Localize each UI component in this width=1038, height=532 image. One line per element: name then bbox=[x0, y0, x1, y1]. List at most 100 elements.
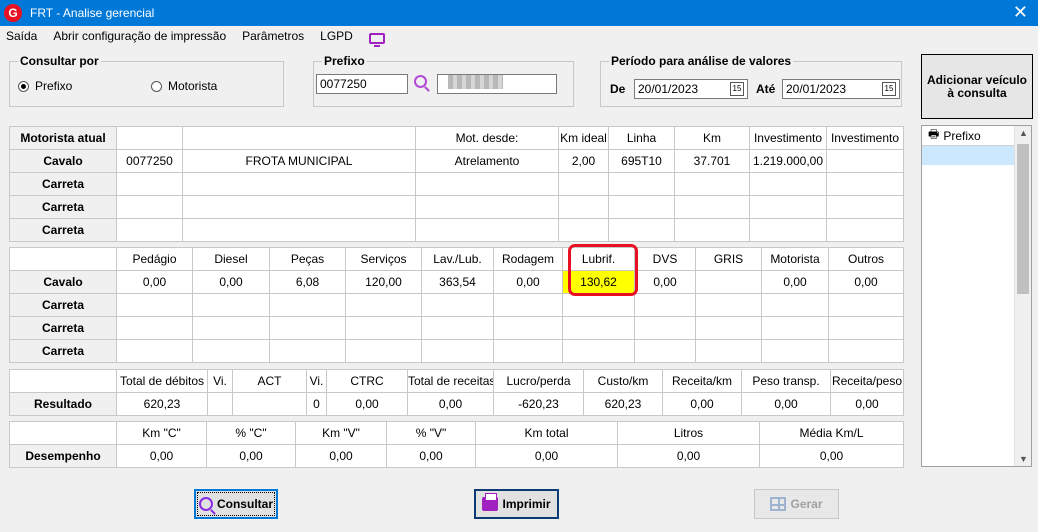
column-header bbox=[9, 247, 117, 271]
title-bar: G FRT - Analise gerencial ✕ bbox=[0, 0, 1038, 26]
scroll-up-icon[interactable]: ▲ bbox=[1019, 128, 1028, 138]
menu-lgpd[interactable]: LGPD bbox=[320, 29, 353, 43]
search-icon[interactable] bbox=[414, 75, 427, 88]
table-row: Cavalo 0077250 FROTA MUNICIPAL Atrelamento 2… bbox=[9, 149, 904, 173]
redacted-text bbox=[448, 75, 503, 89]
table-cell: 0,00 bbox=[206, 444, 296, 468]
table-cell bbox=[826, 218, 904, 242]
prefixo-input[interactable]: 0077250 bbox=[316, 74, 408, 94]
table-cell: 0,00 bbox=[386, 444, 476, 468]
table-row: Carreta bbox=[9, 195, 904, 219]
table-cell bbox=[192, 293, 270, 317]
vehicle-list[interactable]: 🖶 Prefixo ▲ ▼ bbox=[921, 125, 1032, 467]
table-cell bbox=[608, 218, 675, 242]
table-cell bbox=[116, 172, 183, 196]
table-cell bbox=[749, 195, 827, 219]
imprimir-button[interactable]: Imprimir bbox=[474, 489, 559, 519]
table-cell: 0,00 bbox=[741, 392, 831, 416]
column-header: ACT bbox=[232, 369, 307, 393]
table-cell: 0,00 bbox=[116, 444, 207, 468]
column-header: Total de débitos bbox=[116, 369, 208, 393]
cost-table: Pedágio Diesel Peças Serviços Lav./Lub. Rodag… bbox=[9, 247, 904, 363]
column-header: Km bbox=[674, 126, 750, 150]
row-header: Carreta bbox=[9, 218, 117, 242]
table-row: Desempenho 0,00 0,00 0,00 0,00 0,00 0,00 0,00 bbox=[9, 444, 904, 468]
table-cell bbox=[749, 172, 827, 196]
table-cell bbox=[562, 316, 635, 340]
table-cell bbox=[558, 172, 609, 196]
table-cell: 0,00 bbox=[761, 270, 829, 294]
table-cell: 1.219.000,00 bbox=[749, 149, 827, 173]
calendar-icon[interactable]: 15 bbox=[730, 82, 744, 96]
column-header: Investimento bbox=[749, 126, 827, 150]
table-cell: 0,00 bbox=[116, 270, 193, 294]
menu-saida[interactable]: Saída bbox=[6, 29, 37, 43]
add-vehicle-button[interactable]: Adicionar veículo à consulta bbox=[921, 54, 1033, 119]
table-cell bbox=[674, 172, 750, 196]
menu-parametros[interactable]: Parâmetros bbox=[242, 29, 304, 43]
column-header: Outros bbox=[828, 247, 904, 271]
gerar-button[interactable]: Gerar bbox=[754, 489, 839, 519]
table-cell bbox=[232, 392, 307, 416]
table-cell: 0,00 bbox=[407, 392, 494, 416]
column-header bbox=[182, 126, 416, 150]
column-header: Km "V" bbox=[295, 421, 387, 445]
table-cell: 120,00 bbox=[345, 270, 422, 294]
column-header: % "C" bbox=[206, 421, 296, 445]
monitor-icon[interactable] bbox=[368, 32, 385, 47]
close-icon[interactable]: ✕ bbox=[1013, 3, 1028, 21]
highlight-frame bbox=[568, 244, 638, 296]
de-label: De bbox=[610, 82, 626, 96]
scrollbar[interactable]: ▲ ▼ bbox=[1014, 126, 1031, 466]
table-cell: 37.701 bbox=[674, 149, 750, 173]
table-cell bbox=[695, 316, 762, 340]
column-header: CTRC bbox=[326, 369, 408, 393]
table-cell bbox=[421, 293, 494, 317]
scroll-thumb[interactable] bbox=[1017, 144, 1029, 294]
table-cell: 0,00 bbox=[662, 392, 742, 416]
column-header: Litros bbox=[617, 421, 760, 445]
row-header: Cavalo bbox=[9, 149, 117, 173]
table-cell bbox=[695, 339, 762, 363]
table-cell: FROTA MUNICIPAL bbox=[182, 149, 416, 173]
table-cell bbox=[116, 218, 183, 242]
table-cell bbox=[493, 293, 563, 317]
column-header: Custo/km bbox=[583, 369, 663, 393]
scroll-down-icon[interactable]: ▼ bbox=[1019, 454, 1028, 464]
table-cell bbox=[421, 339, 494, 363]
row-header: Carreta bbox=[9, 316, 117, 340]
table-cell bbox=[826, 195, 904, 219]
radio-prefixo[interactable]: Prefixo bbox=[18, 79, 72, 93]
table-cell bbox=[695, 270, 762, 294]
table-cell bbox=[182, 195, 416, 219]
column-header bbox=[116, 126, 183, 150]
radio-selected-icon[interactable] bbox=[18, 80, 29, 92]
calendar-icon[interactable]: 15 bbox=[882, 82, 896, 96]
column-header: Km "C" bbox=[116, 421, 207, 445]
list-selected-row[interactable] bbox=[922, 146, 1014, 165]
consultar-por-label: Consultar por bbox=[18, 54, 101, 68]
consultar-por-group: Consultar por Prefixo Motorista bbox=[9, 54, 284, 107]
table-header-row: Km "C"% "C" Km "V"% "V" Km total Litros Médi… bbox=[9, 421, 904, 445]
radio-unselected-icon[interactable] bbox=[151, 80, 162, 92]
radio-motorista[interactable]: Motorista bbox=[151, 79, 217, 93]
table-cell bbox=[608, 195, 675, 219]
menu-print-config[interactable]: Abrir configuração de impressão bbox=[53, 29, 226, 43]
table-cell bbox=[493, 339, 563, 363]
table-cell bbox=[828, 316, 904, 340]
column-header: Rodagem bbox=[493, 247, 563, 271]
column-header: % "V" bbox=[386, 421, 476, 445]
table-cell bbox=[116, 339, 193, 363]
table-cell bbox=[634, 339, 696, 363]
table-cell: 0,00 bbox=[475, 444, 618, 468]
table-cell bbox=[558, 218, 609, 242]
row-header: Cavalo bbox=[9, 270, 117, 294]
consultar-button[interactable]: Consultar bbox=[194, 489, 278, 519]
table-cell bbox=[345, 293, 422, 317]
column-header: Receita/peso bbox=[830, 369, 904, 393]
table-cell: 0,00 bbox=[634, 270, 696, 294]
table-cell bbox=[562, 339, 635, 363]
table-cell bbox=[415, 172, 559, 196]
radio-prefixo-label: Prefixo bbox=[35, 79, 73, 93]
consultar-label: Consultar bbox=[216, 497, 273, 511]
